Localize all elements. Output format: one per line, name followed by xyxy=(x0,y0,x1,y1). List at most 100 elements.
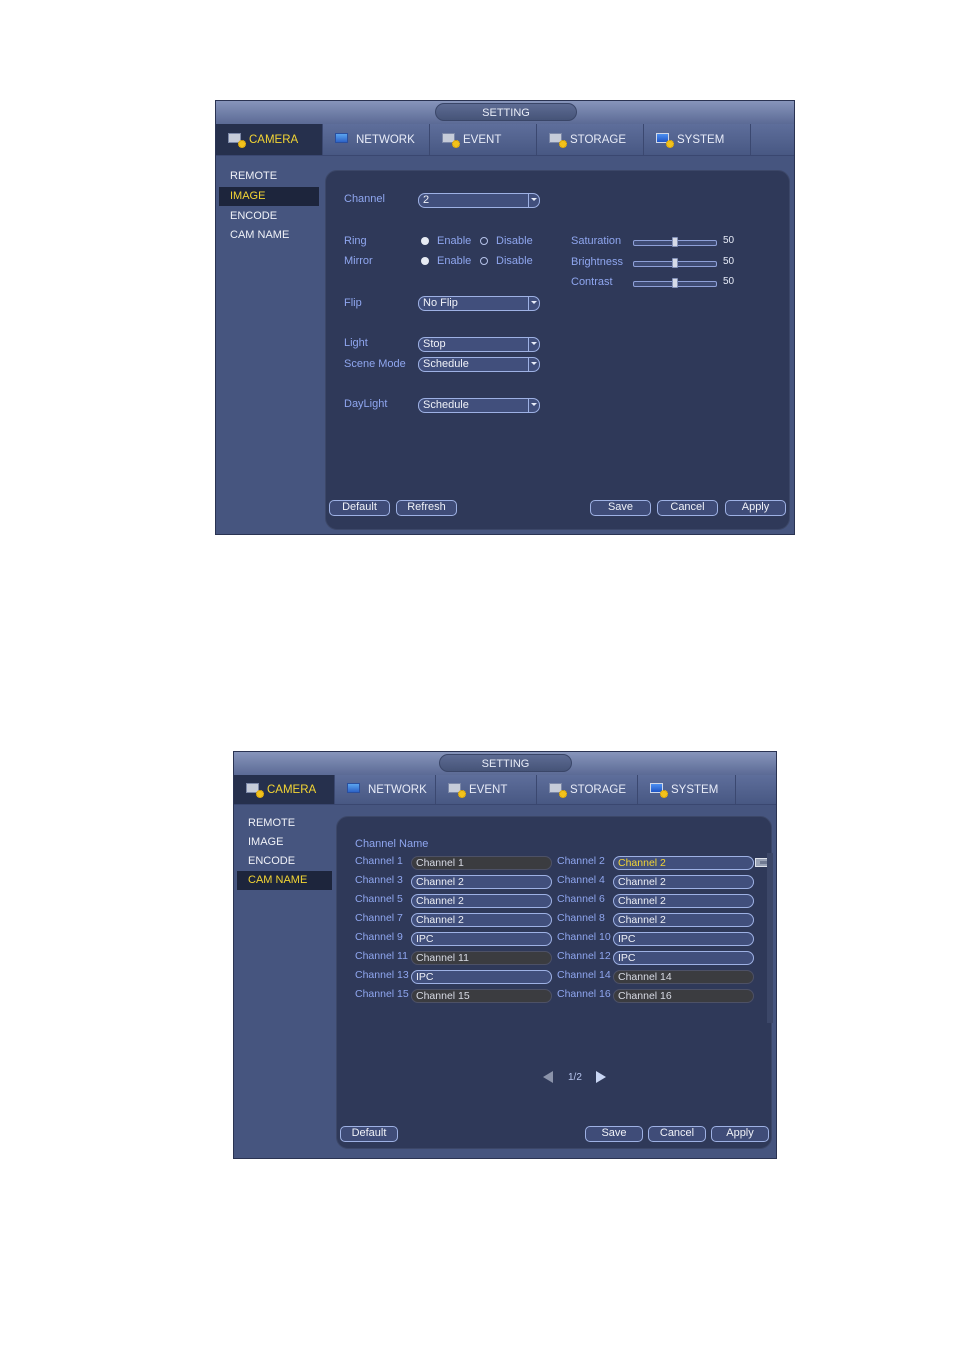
channel-select[interactable]: 2 xyxy=(418,193,540,208)
channel-label: Channel 4 xyxy=(557,874,605,886)
daylight-label: DayLight xyxy=(344,398,388,410)
scene-mode-select[interactable]: Schedule xyxy=(418,357,540,372)
channel-name-input[interactable]: Channel 11 xyxy=(411,951,552,965)
tab-system[interactable]: SYSTEM xyxy=(638,775,736,804)
channel-label: Channel 11 xyxy=(355,950,408,962)
mirror-enable-label: Enable xyxy=(437,255,472,267)
saturation-label: Saturation xyxy=(571,235,622,247)
scrollbar[interactable] xyxy=(767,853,773,1023)
chevron-down-icon xyxy=(528,194,539,207)
tab-label: EVENT xyxy=(469,783,508,796)
cancel-button[interactable]: Cancel xyxy=(648,1126,706,1142)
main-tabs: CAMERA NETWORK EVENT STORAGE SYSTEM xyxy=(234,775,776,805)
channel-name-input[interactable]: Channel 2 xyxy=(411,894,552,908)
slider-thumb[interactable] xyxy=(672,278,678,288)
chevron-down-icon xyxy=(528,338,539,351)
channel-name-input[interactable]: Channel 2 xyxy=(613,894,754,908)
channel-name-input[interactable]: IPC xyxy=(411,932,552,946)
channel-name-input[interactable]: IPC xyxy=(613,932,754,946)
sidebar-item-encode[interactable]: ENCODE xyxy=(237,852,337,871)
tab-camera[interactable]: CAMERA xyxy=(234,775,335,804)
content-panel: Channel 2 Ring Enable Disable Mirror Ena… xyxy=(325,170,790,530)
channel-name-input[interactable]: Channel 1 xyxy=(411,856,552,870)
sidebar-item-remote[interactable]: REMOTE xyxy=(237,814,337,833)
window-title: SETTING xyxy=(439,754,572,772)
brightness-slider[interactable] xyxy=(633,258,717,268)
daylight-select[interactable]: Schedule xyxy=(418,398,540,413)
settings-window-image: SETTING CAMERA NETWORK EVENT STORAGE SYS… xyxy=(215,100,795,535)
previous-page-icon[interactable] xyxy=(543,1071,553,1083)
channel-label: Channel 16 xyxy=(557,988,611,1000)
refresh-button[interactable]: Refresh xyxy=(396,500,457,516)
tab-label: CAMERA xyxy=(249,133,299,146)
default-button[interactable]: Default xyxy=(329,500,390,516)
tab-event[interactable]: EVENT xyxy=(436,775,537,804)
channel-label: Channel 7 xyxy=(355,912,403,924)
channel-label: Channel 15 xyxy=(355,988,409,1000)
tab-label: SYSTEM xyxy=(671,783,719,796)
channel-name-input[interactable]: Channel 15 xyxy=(411,989,552,1003)
camera-icon xyxy=(228,132,246,148)
tab-label: NETWORK xyxy=(356,133,415,146)
sidebar-item-encode[interactable]: ENCODE xyxy=(219,207,319,226)
slider-thumb[interactable] xyxy=(672,237,678,247)
title-bar: SETTING xyxy=(234,752,776,775)
event-icon xyxy=(442,132,460,148)
apply-button[interactable]: Apply xyxy=(725,500,786,516)
light-label: Light xyxy=(344,337,368,349)
channel-label: Channel 8 xyxy=(557,912,605,924)
save-button[interactable]: Save xyxy=(585,1126,643,1142)
channel-name-input[interactable]: Channel 2 xyxy=(613,913,754,927)
save-button[interactable]: Save xyxy=(590,500,651,516)
sidebar-item-image[interactable]: IMAGE xyxy=(237,833,337,852)
mirror-disable-radio[interactable] xyxy=(480,257,488,265)
channel-name-input[interactable]: Channel 16 xyxy=(613,989,754,1003)
slider-thumb[interactable] xyxy=(672,258,678,268)
chevron-down-icon xyxy=(528,297,539,310)
contrast-slider[interactable] xyxy=(633,278,717,288)
ring-disable-label: Disable xyxy=(496,235,533,247)
sidebar: REMOTE IMAGE ENCODE CAM NAME xyxy=(216,155,326,534)
light-value: Stop xyxy=(423,338,446,350)
tab-system[interactable]: SYSTEM xyxy=(644,124,751,155)
channel-name-input[interactable]: Channel 14 xyxy=(613,970,754,984)
tab-camera[interactable]: CAMERA xyxy=(216,124,323,155)
ring-enable-label: Enable xyxy=(437,235,472,247)
tab-event[interactable]: EVENT xyxy=(430,124,537,155)
channel-name-input[interactable]: Channel 2 xyxy=(411,875,552,889)
sidebar-item-cam-name[interactable]: CAM NAME xyxy=(219,226,319,245)
tab-network[interactable]: NETWORK xyxy=(323,124,430,155)
sidebar-item-image[interactable]: IMAGE xyxy=(219,187,319,206)
mirror-disable-label: Disable xyxy=(496,255,533,267)
light-select[interactable]: Stop xyxy=(418,337,540,352)
flip-value: No Flip xyxy=(423,297,458,309)
tab-network[interactable]: NETWORK xyxy=(335,775,436,804)
channel-name-input[interactable]: Channel 2 xyxy=(613,875,754,889)
tab-storage[interactable]: STORAGE xyxy=(537,775,638,804)
camera-icon xyxy=(246,782,264,798)
channel-name-input[interactable]: Channel 2 xyxy=(411,913,552,927)
tab-label: STORAGE xyxy=(570,133,627,146)
daylight-value: Schedule xyxy=(423,399,469,411)
ring-disable-radio[interactable] xyxy=(480,237,488,245)
channel-name-input[interactable]: IPC xyxy=(613,951,754,965)
apply-button[interactable]: Apply xyxy=(711,1126,769,1142)
flip-select[interactable]: No Flip xyxy=(418,296,540,311)
ring-enable-radio[interactable] xyxy=(421,237,429,245)
default-button[interactable]: Default xyxy=(340,1126,398,1142)
channel-name-input[interactable]: Channel 2 xyxy=(613,856,754,870)
mirror-enable-radio[interactable] xyxy=(421,257,429,265)
channel-label: Channel 3 xyxy=(355,874,403,886)
cancel-button[interactable]: Cancel xyxy=(657,500,718,516)
sidebar: REMOTE IMAGE ENCODE CAM NAME xyxy=(234,804,344,1158)
saturation-slider[interactable] xyxy=(633,237,717,247)
system-icon xyxy=(656,132,674,148)
sidebar-item-cam-name[interactable]: CAM NAME xyxy=(237,871,332,890)
channel-name-input[interactable]: IPC xyxy=(411,970,552,984)
window-title: SETTING xyxy=(435,103,577,121)
chevron-down-icon xyxy=(528,399,539,412)
tab-storage[interactable]: STORAGE xyxy=(537,124,644,155)
next-page-icon[interactable] xyxy=(596,1071,606,1083)
system-icon xyxy=(650,782,668,798)
sidebar-item-remote[interactable]: REMOTE xyxy=(219,167,319,186)
